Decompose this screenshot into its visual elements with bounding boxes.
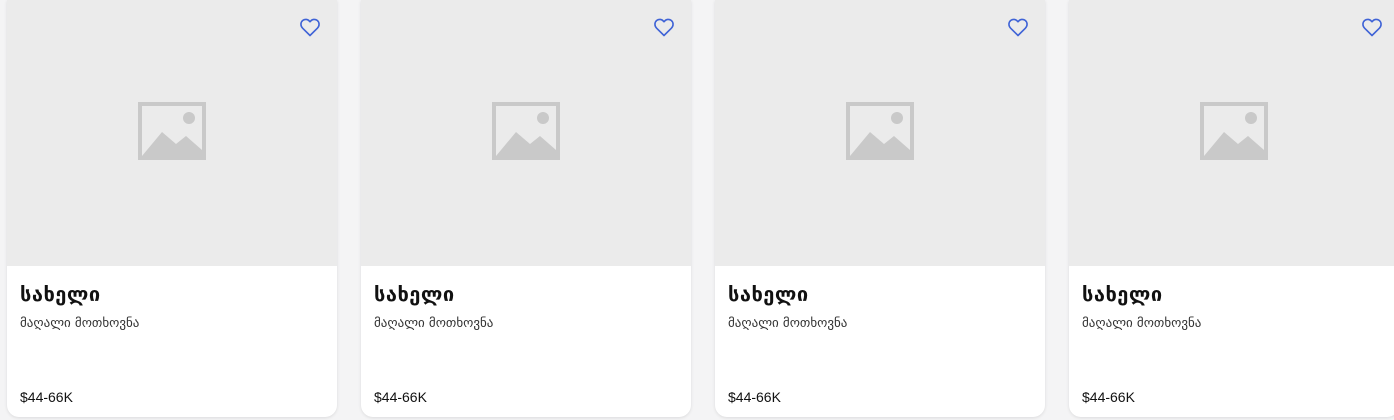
card-image[interactable] [361, 0, 691, 266]
card-image[interactable] [1069, 0, 1394, 266]
card-price: $44-66K [20, 389, 73, 405]
card-price: $44-66K [1082, 389, 1135, 405]
heart-outline-icon [300, 18, 320, 37]
card-title: სახელი [1082, 282, 1163, 306]
card-subtitle: მაღალი მოთხოვნა [20, 316, 140, 331]
card-info: სახელი მაღალი მოთხოვნა $44-66K [1069, 266, 1394, 417]
product-card[interactable]: სახელი მაღალი მოთხოვნა $44-66K [715, 0, 1045, 417]
image-placeholder-icon [492, 102, 560, 160]
product-card[interactable]: სახელი მაღალი მოთხოვნა $44-66K [7, 0, 337, 417]
card-title: სახელი [20, 282, 101, 306]
image-placeholder-icon [1200, 102, 1268, 160]
card-image[interactable] [7, 0, 337, 266]
favorite-button[interactable] [649, 12, 679, 42]
card-row: სახელი მაღალი მოთხოვნა $44-66K სახელი მა… [0, 0, 1394, 420]
favorite-button[interactable] [295, 12, 325, 42]
product-card[interactable]: სახელი მაღალი მოთხოვნა $44-66K [1069, 0, 1394, 417]
card-price: $44-66K [374, 389, 427, 405]
image-placeholder-icon [138, 102, 206, 160]
card-image[interactable] [715, 0, 1045, 266]
heart-outline-icon [1008, 18, 1028, 37]
image-placeholder-icon [846, 102, 914, 160]
card-price: $44-66K [728, 389, 781, 405]
product-card[interactable]: სახელი მაღალი მოთხოვნა $44-66K [361, 0, 691, 417]
card-title: სახელი [374, 282, 455, 306]
card-info: სახელი მაღალი მოთხოვნა $44-66K [7, 266, 337, 417]
heart-outline-icon [654, 18, 674, 37]
favorite-button[interactable] [1357, 12, 1387, 42]
favorite-button[interactable] [1003, 12, 1033, 42]
heart-outline-icon [1362, 18, 1382, 37]
card-subtitle: მაღალი მოთხოვნა [728, 316, 848, 331]
card-info: სახელი მაღალი მოთხოვნა $44-66K [715, 266, 1045, 417]
card-subtitle: მაღალი მოთხოვნა [374, 316, 494, 331]
card-title: სახელი [728, 282, 809, 306]
card-subtitle: მაღალი მოთხოვნა [1082, 316, 1202, 331]
card-info: სახელი მაღალი მოთხოვნა $44-66K [361, 266, 691, 417]
